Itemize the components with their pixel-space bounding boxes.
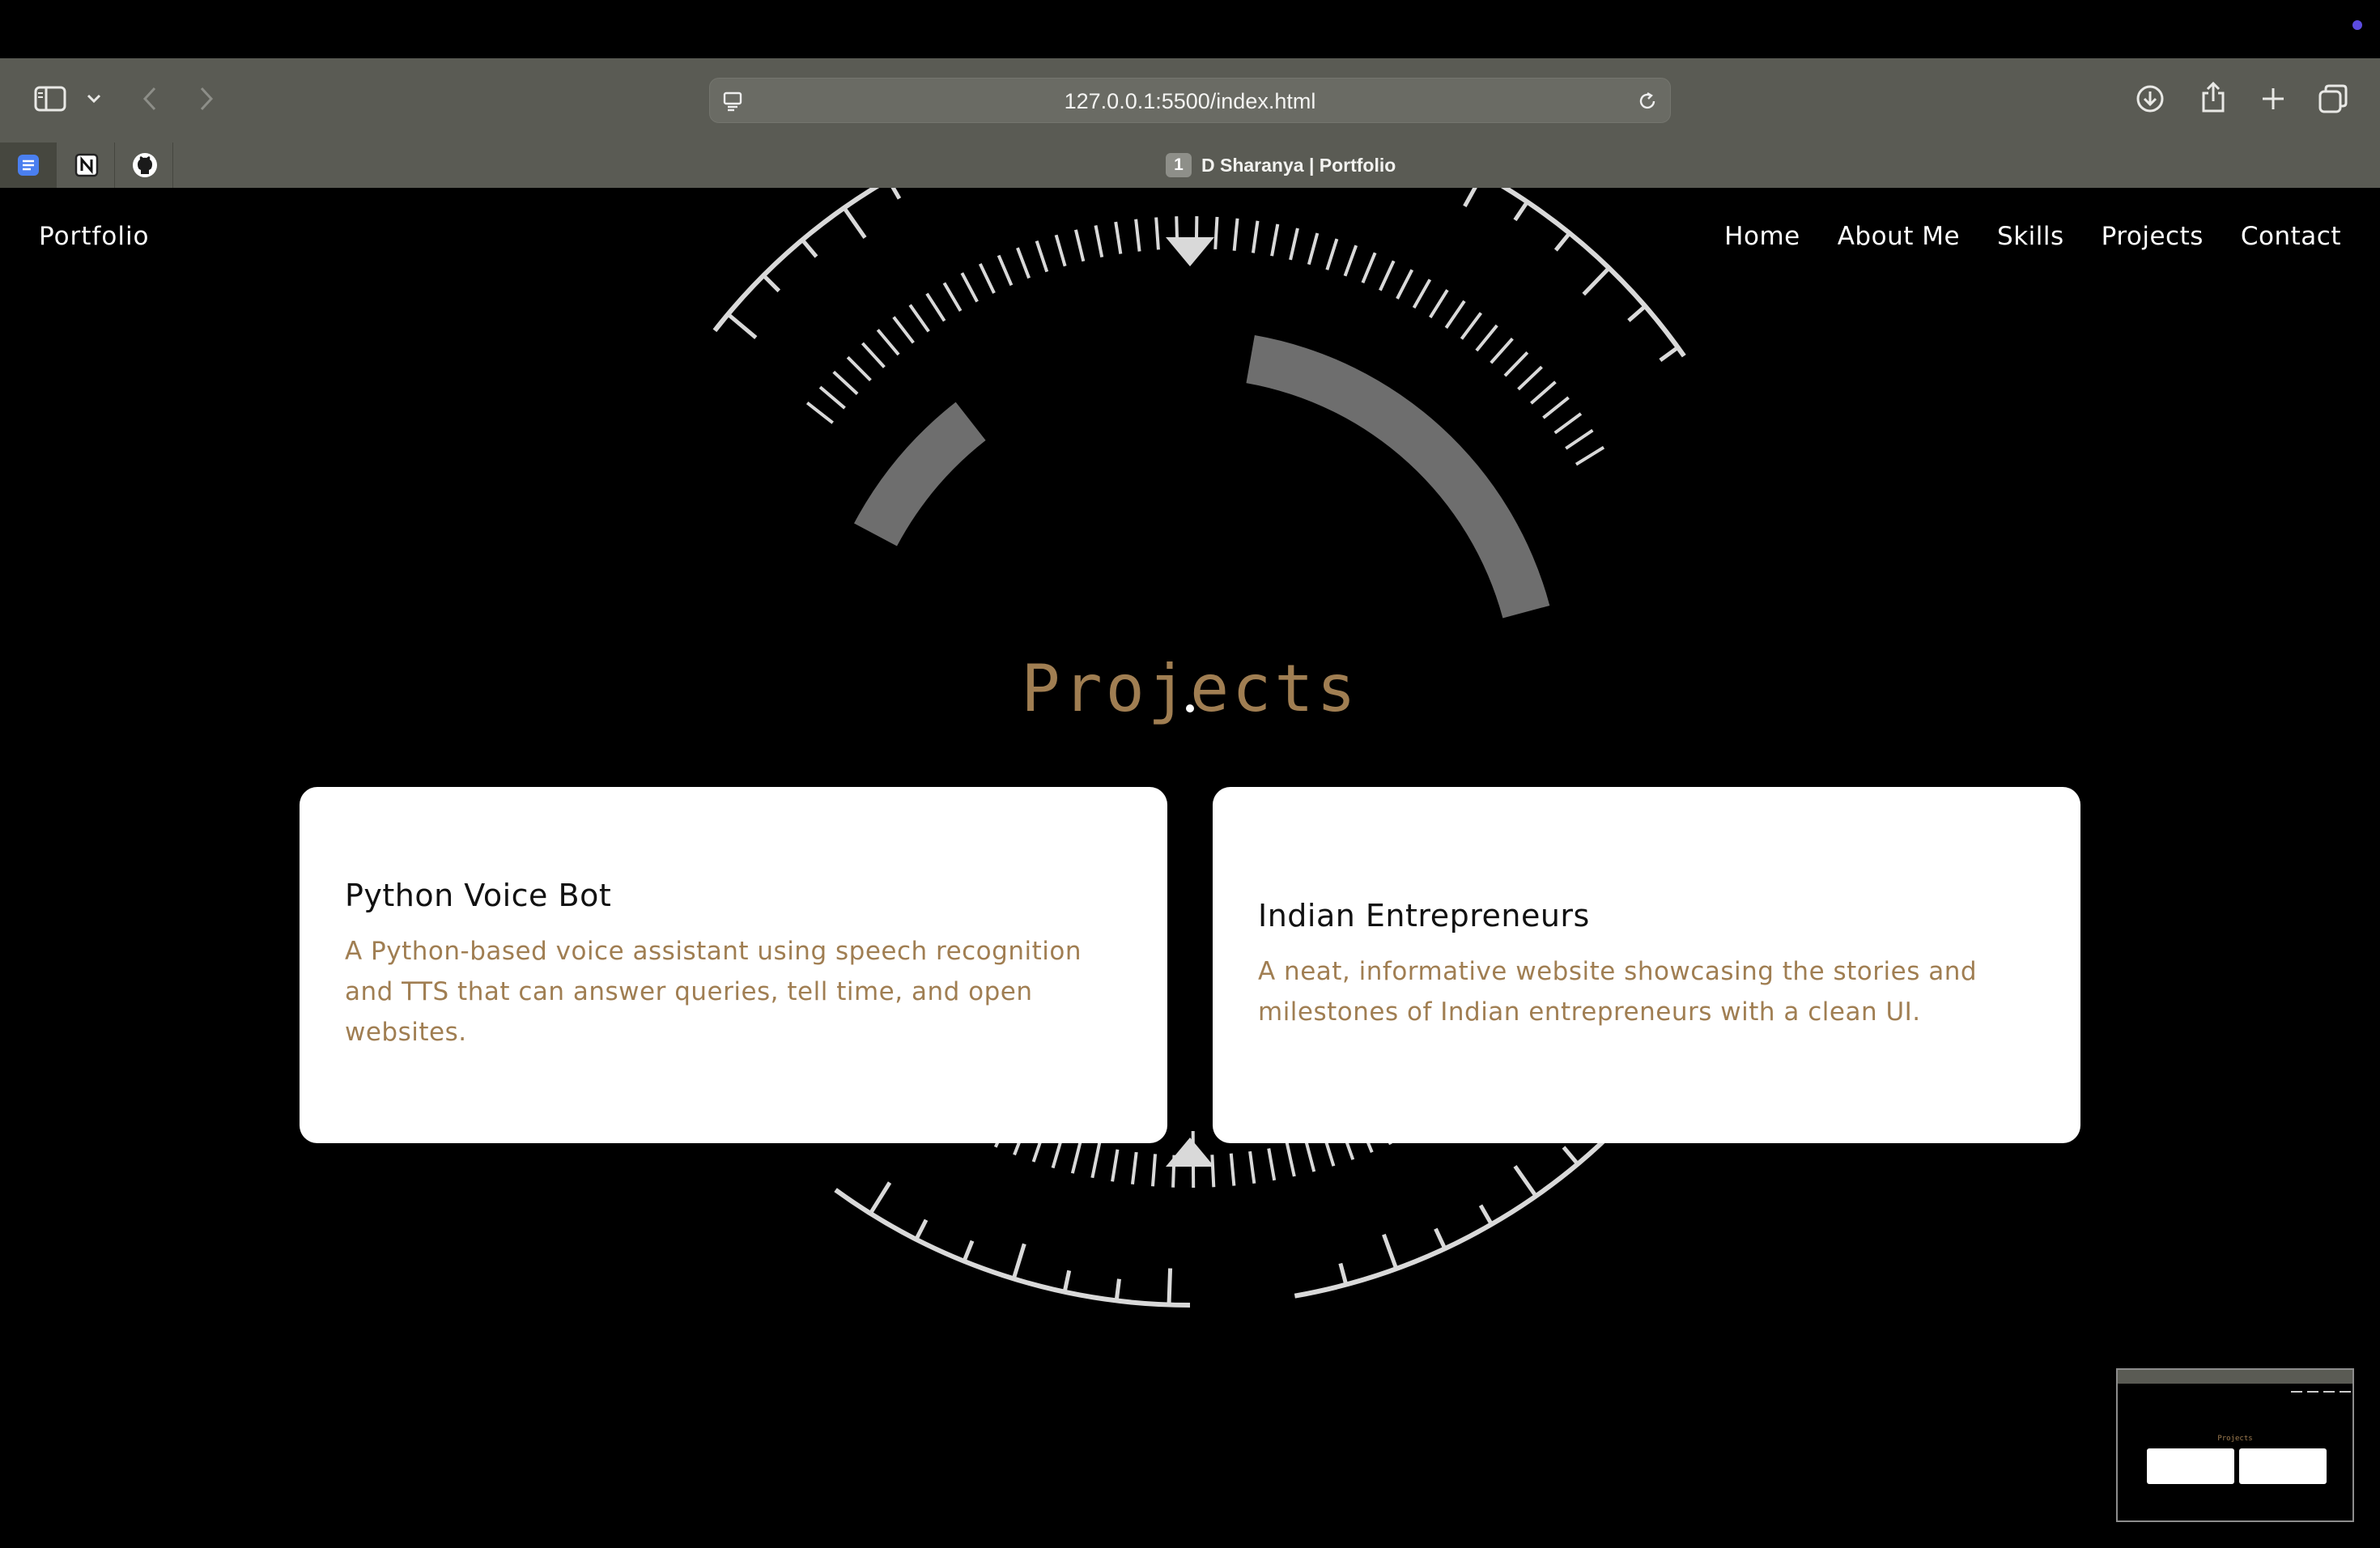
nav-links: Home About Me Skills Projects Contact [1724,222,2341,251]
section-title: Projects [1021,651,1359,726]
nav-logo[interactable]: Portfolio [39,222,150,251]
project-card-description: A Python-based voice assistant using spe… [345,937,1082,1047]
nav-link-projects[interactable]: Projects [2102,222,2204,251]
minimap-card [2239,1448,2327,1484]
tab-number-badge: 1 [1166,153,1192,177]
address-bar[interactable]: 127.0.0.1:5500/index.html [709,78,1671,123]
pinned-tab-docs[interactable] [0,142,57,188]
page-minimap[interactable]: Projects [2116,1368,2354,1522]
tab-overview-icon[interactable] [2317,83,2349,115]
forward-icon[interactable] [193,83,220,115]
minimap-nav [2323,1391,2335,1393]
share-icon[interactable] [2197,79,2229,115]
os-menu-bar [0,0,2380,58]
nav-link-skills[interactable]: Skills [1997,222,2064,251]
tab-title: D Sharanya | Portfolio [1201,155,1396,176]
sidebar-icon[interactable] [31,83,70,115]
chevron-down-icon[interactable] [83,87,105,110]
pinned-tab-notion[interactable] [58,142,115,188]
nav-link-about[interactable]: About Me [1838,222,1960,251]
docs-icon [17,155,39,176]
project-card-title: Python Voice Bot [345,878,612,913]
new-tab-icon[interactable] [2257,83,2289,115]
page-viewport: Portfolio Home About Me Skills Projects … [0,188,2380,1548]
nav-link-contact[interactable]: Contact [2241,222,2341,251]
project-card-description: A neat, informative website showcasing t… [1258,957,1978,1027]
minimap-nav [2291,1391,2302,1393]
github-icon [132,153,157,177]
nav-link-home[interactable]: Home [1724,222,1800,251]
minimap-nav [2340,1391,2351,1393]
minimap-chrome [2118,1370,2352,1384]
active-tab[interactable]: 1 D Sharanya | Portfolio [1166,142,1396,188]
download-icon[interactable] [2134,83,2166,115]
reload-icon[interactable] [1634,88,1660,114]
project-card[interactable]: Indian Entrepreneurs A neat, informative… [1213,787,2080,1143]
minimap-nav [2307,1391,2318,1393]
project-card[interactable]: Python Voice Bot A Python-based voice as… [300,787,1167,1143]
url-text[interactable]: 127.0.0.1:5500/index.html [710,79,1670,124]
status-dot-icon [2352,20,2362,30]
back-icon[interactable] [136,83,164,115]
minimap-card [2147,1448,2234,1484]
browser-toolbar: 127.0.0.1:5500/index.html 1 D Sharanya |… [0,58,2380,188]
minimap-title: Projects [2217,1435,2253,1443]
pinned-tab-github[interactable] [117,142,173,188]
project-card-title: Indian Entrepreneurs [1258,898,1590,933]
notion-icon [74,153,98,177]
